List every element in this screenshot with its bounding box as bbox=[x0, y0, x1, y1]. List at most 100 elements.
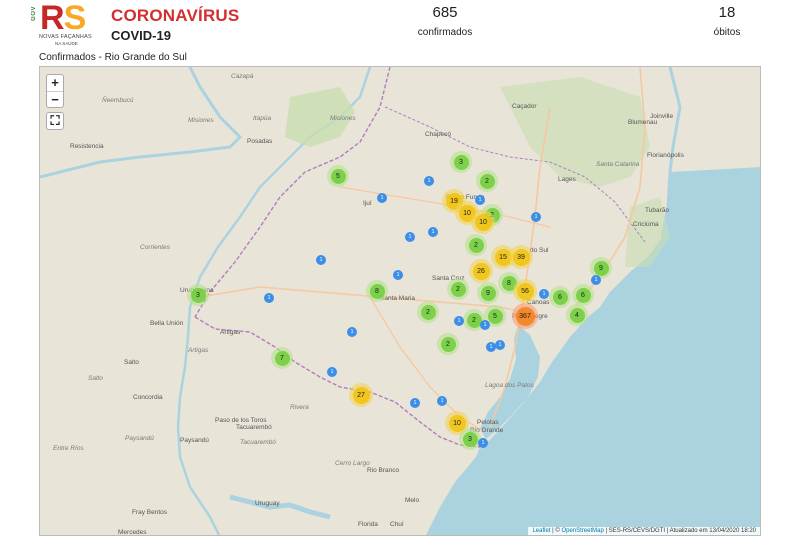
single-case-marker[interactable]: 1 bbox=[531, 212, 541, 222]
zoom-out-button[interactable]: − bbox=[47, 91, 63, 107]
cluster-marker[interactable]: 3 bbox=[187, 284, 209, 306]
cluster-marker[interactable]: 2 bbox=[437, 333, 459, 355]
fullscreen-control: ⛶ bbox=[46, 112, 64, 130]
cluster-marker[interactable]: 2 bbox=[447, 278, 469, 300]
cluster-marker[interactable]: 39 bbox=[509, 245, 533, 269]
cluster-count: 5 bbox=[487, 308, 503, 324]
place-label: Uruguay bbox=[255, 500, 280, 507]
place-label: Misiones bbox=[330, 115, 356, 122]
cluster-count: 10 bbox=[474, 213, 492, 231]
single-case-marker[interactable]: 1 bbox=[591, 275, 601, 285]
cluster-marker[interactable]: 27 bbox=[349, 383, 373, 407]
logo-tagline: NOVAS FAÇANHAS bbox=[39, 34, 92, 40]
confirmed-stat: 685 confirmados bbox=[405, 4, 485, 38]
cluster-marker[interactable]: 9 bbox=[477, 282, 499, 304]
cluster-marker[interactable]: 367 bbox=[512, 303, 538, 329]
single-case-marker[interactable]: 1 bbox=[347, 327, 357, 337]
map[interactable]: Cazapá Ñeembucú Itapúa Misiones Misiones Posa… bbox=[39, 66, 761, 536]
cluster-marker[interactable]: 8 bbox=[366, 280, 388, 302]
deaths-stat: 18 óbitos bbox=[697, 4, 757, 38]
single-case-marker[interactable]: 1 bbox=[475, 195, 485, 205]
single-case-marker[interactable]: 1 bbox=[393, 270, 403, 280]
single-case-marker[interactable]: 1 bbox=[264, 293, 274, 303]
cluster-count: 2 bbox=[420, 304, 436, 320]
single-case-marker[interactable]: 1 bbox=[424, 176, 434, 186]
single-case-marker[interactable]: 1 bbox=[410, 398, 420, 408]
cluster-count: 2 bbox=[440, 336, 456, 352]
logo-letter-s: S bbox=[63, 0, 87, 37]
single-case-marker[interactable]: 1 bbox=[486, 342, 496, 352]
place-label: Itapúa bbox=[253, 115, 272, 122]
attribution-separator: | © bbox=[550, 528, 562, 534]
cluster-marker[interactable]: 2 bbox=[417, 301, 439, 323]
single-case-marker[interactable]: 1 bbox=[454, 316, 464, 326]
place-label: Tacuarembó bbox=[236, 424, 272, 431]
leaflet-link[interactable]: Leaflet bbox=[532, 528, 550, 534]
cluster-count: 9 bbox=[593, 260, 609, 276]
place-label: Bella Unión bbox=[150, 320, 184, 327]
cluster-marker[interactable]: 6 bbox=[549, 286, 571, 308]
single-case-marker[interactable]: 1 bbox=[480, 320, 490, 330]
cluster-count: 3 bbox=[190, 287, 206, 303]
place-label: Paso de los Toros bbox=[215, 417, 267, 424]
single-case-marker[interactable]: 1 bbox=[327, 367, 337, 377]
place-label: Mercedes bbox=[118, 529, 147, 536]
cluster-marker[interactable]: 2 bbox=[476, 170, 498, 192]
cluster-count: 3 bbox=[453, 154, 469, 170]
place-label: Florianópolis bbox=[647, 152, 684, 159]
single-case-marker[interactable]: 1 bbox=[539, 289, 549, 299]
place-label: Caçador bbox=[512, 103, 537, 110]
logo-tagline-2: NA SAÚDE bbox=[55, 41, 78, 46]
fullscreen-icon[interactable]: ⛶ bbox=[47, 113, 63, 129]
place-label: Chapecó bbox=[425, 131, 452, 138]
place-label: Artigas bbox=[220, 329, 241, 336]
cluster-count: 2 bbox=[479, 173, 495, 189]
single-case-marker[interactable]: 1 bbox=[316, 255, 326, 265]
confirmed-count: 685 bbox=[432, 4, 458, 21]
header: GOV RS NOVAS FAÇANHAS NA SAÚDE CORONAVÍR… bbox=[0, 0, 800, 50]
zoom-in-button[interactable]: + bbox=[47, 75, 63, 91]
section-title: Confirmados - Rio Grande do Sul bbox=[39, 52, 187, 63]
confirmed-label: confirmados bbox=[417, 27, 473, 38]
cluster-marker[interactable]: 2 bbox=[465, 234, 487, 256]
cluster-marker[interactable]: 5 bbox=[327, 165, 349, 187]
cluster-marker[interactable]: 7 bbox=[271, 347, 293, 369]
place-label: Entre Ríos bbox=[53, 445, 84, 452]
zoom-control: + − bbox=[46, 74, 64, 108]
cluster-marker[interactable]: 6 bbox=[572, 284, 594, 306]
cluster-marker[interactable]: 3 bbox=[459, 428, 481, 450]
place-label: Cazapá bbox=[231, 73, 254, 80]
single-case-marker[interactable]: 1 bbox=[428, 227, 438, 237]
place-label: Cerro Largo bbox=[335, 460, 370, 467]
cluster-marker[interactable]: 3 bbox=[450, 151, 472, 173]
brand: CORONAVÍRUS COVID-19 bbox=[111, 6, 239, 43]
rs-logo[interactable]: GOV RS NOVAS FAÇANHAS NA SAÚDE bbox=[29, 0, 93, 48]
single-case-marker[interactable]: 1 bbox=[478, 438, 488, 448]
place-label: Ijuí bbox=[363, 200, 372, 207]
cluster-count: 5 bbox=[330, 168, 346, 184]
place-label: Florida bbox=[358, 521, 378, 528]
forest-serra bbox=[500, 77, 650, 187]
cluster-marker[interactable]: 26 bbox=[469, 259, 493, 283]
logo-gov-text: GOV bbox=[31, 6, 37, 21]
place-label: Misiones bbox=[188, 117, 214, 124]
place-label: Melo bbox=[405, 497, 420, 504]
place-label: Rivera bbox=[290, 404, 309, 411]
single-case-marker[interactable]: 1 bbox=[437, 396, 447, 406]
cluster-count: 6 bbox=[575, 287, 591, 303]
cluster-marker[interactable]: 56 bbox=[513, 279, 537, 303]
rio-negro bbox=[229, 494, 331, 520]
place-label: Ñeembucú bbox=[102, 97, 134, 104]
single-case-marker[interactable]: 1 bbox=[377, 193, 387, 203]
place-label: Corrientes bbox=[140, 244, 170, 251]
cluster-marker[interactable]: 10 bbox=[471, 210, 495, 234]
single-case-marker[interactable]: 1 bbox=[405, 232, 415, 242]
single-case-marker[interactable]: 1 bbox=[495, 340, 505, 350]
deaths-label: óbitos bbox=[713, 27, 741, 38]
osm-link[interactable]: OpenStreetMap bbox=[561, 528, 603, 534]
cluster-count: 3 bbox=[462, 431, 478, 447]
place-label: Blumenau bbox=[628, 119, 658, 126]
place-label: Lages bbox=[558, 176, 576, 183]
cluster-marker[interactable]: 4 bbox=[566, 304, 588, 326]
cluster-count: 56 bbox=[516, 282, 534, 300]
